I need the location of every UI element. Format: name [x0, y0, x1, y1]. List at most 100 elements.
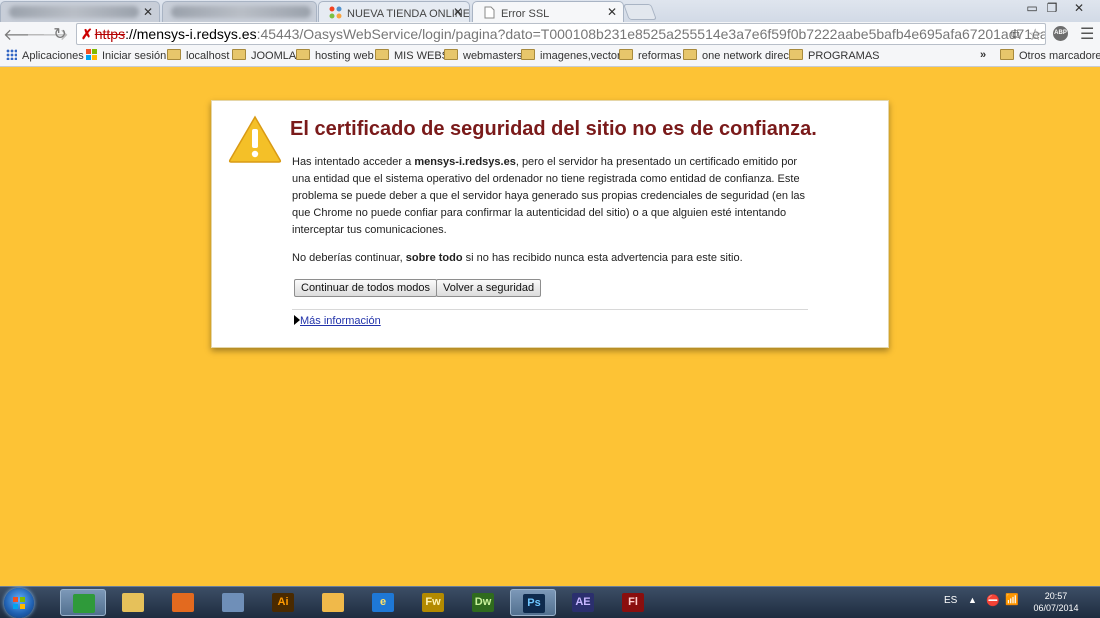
back-button[interactable]: 🡐 [3, 24, 46, 45]
minimize-icon[interactable]: ▭ [1022, 1, 1042, 15]
taskbar-firefox-button[interactable] [160, 589, 206, 616]
taskbar: Ai e Fw Dw Ps AE Fl ES ▲ ⛔ 📶 20:57 06/07/2014 [0, 586, 1100, 618]
new-tab-button[interactable] [623, 4, 657, 20]
bookmark-mis-webs[interactable]: MIS WEBS [375, 49, 449, 62]
tool-icon [222, 593, 244, 612]
adblock-icon[interactable]: ABP [1053, 26, 1068, 41]
ie-icon: e [372, 593, 394, 612]
proceed-anyway-button[interactable]: Continuar de todos modos [294, 279, 438, 297]
windows-logo-icon [13, 597, 25, 609]
illustrator-icon: Ai [272, 593, 294, 612]
tab-label: NUEVA TIENDA ONLINE | [347, 8, 470, 20]
clock-date: 06/07/2014 [1033, 603, 1079, 613]
restore-icon[interactable]: ❐ [1042, 1, 1062, 15]
bookmark-apps[interactable]: Aplicaciones [6, 49, 84, 62]
bookmark-joomla[interactable]: JOOMLA [232, 49, 296, 62]
close-tab-icon[interactable]: ✕ [453, 5, 463, 19]
bookmark-reformas[interactable]: reformas [619, 49, 681, 62]
error-description: Has intentado acceder a mensys-i.redsys.… [292, 154, 812, 267]
taskbar-flash-button[interactable]: Fl [610, 589, 656, 616]
tab-label: Error SSL [501, 8, 550, 20]
system-clock[interactable]: 20:57 06/07/2014 [1033, 590, 1079, 614]
clock-time: 20:57 [1044, 591, 1068, 601]
folder-icon [232, 49, 246, 60]
bookmark-webmasters[interactable]: webmasters [444, 49, 522, 62]
folder-icon [167, 49, 181, 60]
taskbar-fireworks-button[interactable]: Fw [410, 589, 456, 616]
folder-icon [619, 49, 633, 60]
tab-error-ssl[interactable]: Error SSL ✕ [472, 1, 624, 22]
site-host: mensys-i.redsys.es [414, 156, 516, 168]
bookmarks-overflow-button[interactable]: » [980, 49, 986, 61]
signal-icon[interactable]: 📶 [1005, 593, 1019, 606]
warning-icon [228, 115, 282, 163]
apps-icon [6, 49, 17, 60]
back-to-safety-button[interactable]: Volver a seguridad [436, 279, 542, 297]
more-info-link[interactable]: Más información [300, 315, 381, 327]
taskbar-illustrator-button[interactable]: Ai [260, 589, 306, 616]
taskbar-media-button[interactable] [310, 589, 356, 616]
folder-icon [521, 49, 535, 60]
taskbar-tool-button[interactable] [210, 589, 256, 616]
photoshop-icon: Ps [523, 594, 545, 613]
folder-icon [296, 49, 310, 60]
windows-icon [86, 49, 97, 60]
close-tab-icon[interactable]: ✕ [607, 5, 617, 19]
page-title: El certificado de seguridad del sitio no… [290, 118, 817, 140]
address-bar[interactable]: ✗ https://mensys-i.redsys.es:45443/OasysW… [76, 23, 1046, 45]
folder-icon [375, 49, 389, 60]
divider [292, 309, 808, 310]
bookmark-programas[interactable]: PROGRAMAS [789, 49, 880, 62]
tab-1[interactable]: ✕ [0, 1, 160, 22]
firefox-icon [172, 593, 194, 612]
advice-paragraph: No deberías continuar, sobre todo si no … [292, 252, 743, 264]
bookmark-iniciar-sesion[interactable]: Iniciar sesión [86, 49, 166, 62]
tab-nueva-tienda[interactable]: NUEVA TIENDA ONLINE | ✕ [318, 1, 470, 22]
close-window-icon[interactable]: ✕ [1069, 1, 1089, 15]
blurred-tab-title [9, 6, 139, 18]
taskbar-aftereffects-button[interactable]: AE [560, 589, 606, 616]
page-icon [484, 6, 495, 19]
aftereffects-icon: AE [572, 593, 594, 612]
broken-lock-icon[interactable]: ✗ [81, 26, 93, 42]
explorer-icon [122, 593, 144, 612]
tray-expand-icon[interactable]: ▲ [968, 595, 977, 605]
tab-2[interactable] [162, 1, 317, 22]
bookmark-one-network-direct[interactable]: one network direct [683, 49, 792, 62]
taskbar-dreamweaver-button[interactable]: Dw [460, 589, 506, 616]
reload-button[interactable]: ↻ [50, 24, 70, 44]
folder-icon [789, 49, 803, 60]
bookmark-other[interactable]: Otros marcadores [1000, 49, 1100, 62]
url-path: :45443/OasysWebService/login/pagina?dato… [256, 26, 1046, 42]
url-scheme: https [94, 26, 126, 42]
taskbar-explorer-button[interactable] [110, 589, 156, 616]
media-icon [322, 593, 344, 612]
menu-icon[interactable]: ☰ [1080, 24, 1094, 44]
folder-icon [683, 49, 697, 60]
dreamweaver-icon: Dw [472, 593, 494, 612]
forward-button[interactable]: 🡒 [26, 24, 69, 45]
tab-strip: ✕ NUEVA TIENDA ONLINE | ✕ Error SSL ✕ ▭ … [0, 0, 1100, 22]
taskbar-photoshop-button[interactable]: Ps [510, 589, 556, 616]
bookmark-localhost[interactable]: localhost [167, 49, 229, 62]
fireworks-icon: Fw [422, 593, 444, 612]
taskbar-ie-button[interactable]: e [360, 589, 406, 616]
translate-icon[interactable]: ⧉ [1011, 27, 1020, 42]
bookmark-star-icon[interactable]: ☆ [1028, 25, 1042, 45]
explanation-paragraph: Has intentado acceder a mensys-i.redsys.… [292, 156, 806, 236]
ssl-error-card: El certificado de seguridad del sitio no… [211, 100, 889, 348]
close-tab-icon[interactable]: ✕ [143, 5, 153, 19]
flash-icon: Fl [622, 593, 644, 612]
bookmarks-bar: Aplicaciones Iniciar sesión localhost JO… [0, 46, 1100, 67]
joomla-icon [329, 6, 342, 19]
blurred-tab-title [171, 6, 311, 18]
toolbar: 🡐 🡒 ↻ ✗ https://mensys-i.redsys.es:45443/… [0, 22, 1100, 46]
more-info-toggle[interactable]: Más información [294, 315, 381, 327]
folder-icon [444, 49, 458, 60]
start-button[interactable] [4, 588, 34, 618]
taskbar-chrome-button[interactable] [60, 589, 106, 616]
language-indicator[interactable]: ES [944, 595, 957, 606]
bookmark-hosting-web[interactable]: hosting web [296, 49, 374, 62]
bookmark-imagenes-vector[interactable]: imagenes,vector [521, 49, 621, 62]
network-error-icon[interactable]: ⛔ [986, 594, 1000, 607]
